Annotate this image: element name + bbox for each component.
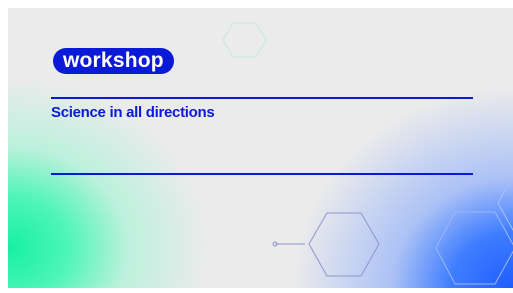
hexagon-outline-top [222, 22, 267, 58]
slide-subtitle: Science in all directions [51, 104, 215, 121]
workshop-badge: workshop [53, 48, 174, 74]
hexagon-outline-right-lower [435, 211, 513, 285]
divider-line-bottom [51, 173, 473, 175]
divider-line-top [51, 97, 473, 99]
slide-frame: workshop Science in all directions [8, 8, 513, 288]
hexagon-outline-center [308, 212, 380, 277]
